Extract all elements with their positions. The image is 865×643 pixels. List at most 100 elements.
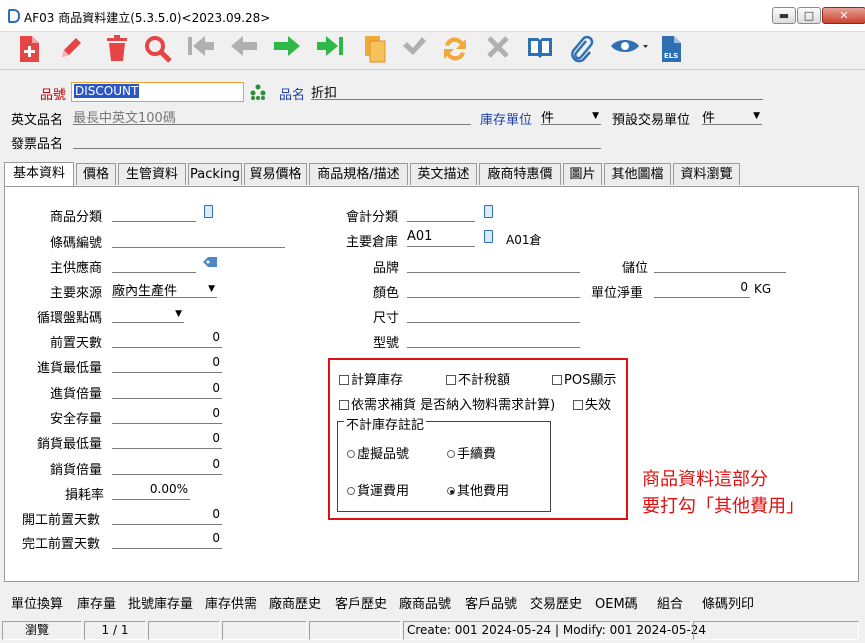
radio-icon bbox=[447, 450, 455, 458]
handling-fee-radio[interactable]: 手續費 bbox=[447, 443, 496, 462]
sales-multiple-field[interactable]: 0 bbox=[112, 457, 222, 475]
virtual-item-radio[interactable]: 虛擬品號 bbox=[347, 443, 409, 462]
accounting-category-field[interactable] bbox=[407, 204, 475, 222]
tab-basic[interactable]: 基本資料 bbox=[4, 162, 74, 186]
fn-vendor-sku[interactable]: 廠商品號 bbox=[399, 593, 451, 612]
hierarchy-icon[interactable] bbox=[250, 84, 266, 100]
invoice-name-field[interactable] bbox=[73, 131, 601, 149]
finish-lead-field[interactable]: 0 bbox=[112, 531, 222, 549]
color-label: 顏色 bbox=[373, 286, 400, 301]
other-fee-radio[interactable]: 其他費用 bbox=[447, 480, 509, 499]
tab-vendor-price[interactable]: 廠商特惠價 bbox=[479, 163, 561, 185]
no-tax-checkbox[interactable]: 不計稅額 bbox=[446, 369, 510, 388]
book-icon[interactable] bbox=[525, 35, 555, 65]
view-icon[interactable] bbox=[607, 35, 651, 65]
fn-stock-qty[interactable]: 庫存量 bbox=[77, 593, 116, 612]
sales-multiple-label: 銷貨倍量 bbox=[50, 463, 103, 478]
tab-en-desc[interactable]: 英文描述 bbox=[410, 163, 477, 185]
close-icon[interactable]: ✕ bbox=[822, 7, 865, 24]
location-field[interactable] bbox=[654, 255, 786, 273]
safety-stock-label: 安全存量 bbox=[50, 412, 103, 427]
min-sales-field[interactable]: 0 bbox=[112, 431, 222, 449]
loss-rate-label: 損耗率 bbox=[65, 488, 105, 503]
add-icon[interactable] bbox=[14, 35, 44, 65]
name-field[interactable]: 折扣 bbox=[311, 82, 763, 101]
stock-unit-select[interactable]: 件 ▼ bbox=[541, 107, 601, 126]
category-field[interactable] bbox=[112, 204, 196, 222]
tab-production[interactable]: 生管資料 bbox=[118, 163, 186, 185]
fn-combo[interactable]: 組合 bbox=[657, 593, 683, 612]
excel-export-icon[interactable]: ELS bbox=[656, 35, 686, 65]
tag-icon[interactable] bbox=[202, 256, 218, 268]
chevron-down-icon: ▼ bbox=[592, 111, 599, 121]
fn-customer-history[interactable]: 客戶歷史 bbox=[335, 593, 387, 612]
lead-days-field[interactable]: 0 bbox=[112, 330, 222, 348]
main-supplier-field[interactable] bbox=[112, 255, 196, 273]
freight-fee-radio[interactable]: 貨運費用 bbox=[347, 480, 409, 499]
virtual-item-label: 虛擬品號 bbox=[357, 447, 410, 462]
unit-weight-label: 單位淨重 bbox=[591, 286, 644, 301]
unit-weight-field[interactable]: 0 bbox=[654, 280, 750, 298]
sku-field[interactable]: DISCOUNT bbox=[71, 82, 244, 102]
fn-trade-history[interactable]: 交易歷史 bbox=[530, 593, 582, 612]
min-purchase-field[interactable]: 0 bbox=[112, 355, 222, 373]
first-record-icon[interactable] bbox=[186, 35, 216, 65]
fn-barcode-print[interactable]: 條碼列印 bbox=[702, 593, 754, 612]
count-stock-checkbox[interactable]: 計算庫存 bbox=[339, 369, 403, 388]
attach-icon[interactable] bbox=[566, 35, 596, 65]
safety-stock-field[interactable]: 0 bbox=[112, 406, 222, 424]
tab-price[interactable]: 價格 bbox=[76, 163, 116, 185]
prev-record-icon[interactable] bbox=[229, 35, 259, 65]
tab-spec[interactable]: 商品規格/描述 bbox=[309, 163, 408, 185]
loss-rate-field[interactable]: 0.00% bbox=[112, 482, 190, 500]
status-empty-2 bbox=[222, 621, 307, 640]
refresh-icon[interactable] bbox=[440, 35, 470, 65]
chevron-down-icon: ▼ bbox=[753, 111, 760, 121]
search-icon[interactable] bbox=[143, 35, 173, 65]
fn-oem-code[interactable]: OEM碼 bbox=[595, 593, 638, 612]
trade-unit-select[interactable]: 件 ▼ bbox=[702, 107, 762, 126]
replenish-checkbox[interactable]: 依需求補貨 是否納入物料需求計算) bbox=[339, 394, 555, 413]
fn-customer-sku[interactable]: 客戶品號 bbox=[465, 593, 517, 612]
start-lead-field[interactable]: 0 bbox=[112, 507, 222, 525]
model-field[interactable] bbox=[407, 330, 580, 348]
cancel-icon[interactable] bbox=[483, 35, 513, 65]
brand-field[interactable] bbox=[407, 255, 580, 273]
status-mode: 瀏覽 bbox=[2, 621, 82, 640]
tab-trade-price[interactable]: 貿易價格 bbox=[244, 163, 307, 185]
tab-other-files[interactable]: 其他圖檔 bbox=[604, 163, 671, 185]
fn-batch-stock[interactable]: 批號庫存量 bbox=[128, 593, 193, 612]
fn-supply-demand[interactable]: 庫存供需 bbox=[205, 593, 257, 612]
clipboard-icon[interactable] bbox=[484, 230, 493, 243]
tab-image[interactable]: 圖片 bbox=[563, 163, 602, 185]
copy-icon[interactable] bbox=[360, 35, 390, 65]
clipboard-icon[interactable] bbox=[204, 205, 213, 218]
delete-icon[interactable] bbox=[102, 35, 132, 65]
cycle-count-select[interactable]: ▼ bbox=[112, 305, 184, 323]
last-record-icon[interactable] bbox=[315, 35, 345, 65]
next-record-icon[interactable] bbox=[272, 35, 302, 65]
purchase-multiple-field[interactable]: 0 bbox=[112, 381, 222, 399]
main-source-select[interactable]: 廠內生產件 ▼ bbox=[112, 280, 217, 299]
size-field[interactable] bbox=[407, 305, 580, 323]
barcode-field[interactable] bbox=[112, 230, 285, 248]
tab-packing[interactable]: Packing bbox=[188, 163, 242, 185]
fn-vendor-history[interactable]: 廠商歷史 bbox=[269, 593, 321, 612]
pos-display-checkbox[interactable]: POS顯示 bbox=[552, 369, 616, 388]
confirm-icon[interactable] bbox=[399, 35, 429, 65]
minimize-icon[interactable]: ▬ bbox=[772, 7, 796, 24]
category-label: 商品分類 bbox=[50, 210, 103, 225]
sku-value: DISCOUNT bbox=[74, 84, 140, 98]
en-name-field[interactable]: 最長中英文100碼 bbox=[73, 107, 471, 126]
clipboard-icon[interactable] bbox=[484, 205, 493, 218]
fn-unit-conversion[interactable]: 單位換算 bbox=[11, 593, 63, 612]
tab-browse[interactable]: 資料瀏覽 bbox=[673, 163, 740, 185]
edit-icon[interactable] bbox=[56, 35, 86, 65]
status-page: 1 / 1 bbox=[84, 621, 146, 640]
main-warehouse-field[interactable]: A01 bbox=[407, 229, 475, 247]
invalid-checkbox[interactable]: 失效 bbox=[573, 394, 611, 413]
color-field[interactable] bbox=[407, 280, 580, 298]
group-title: 不計庫存註記 bbox=[344, 414, 427, 433]
maximize-icon[interactable]: □ bbox=[797, 7, 821, 24]
window-title: AF03 商品資料建立(5.3.5.0)<2023.09.28> bbox=[24, 11, 271, 25]
